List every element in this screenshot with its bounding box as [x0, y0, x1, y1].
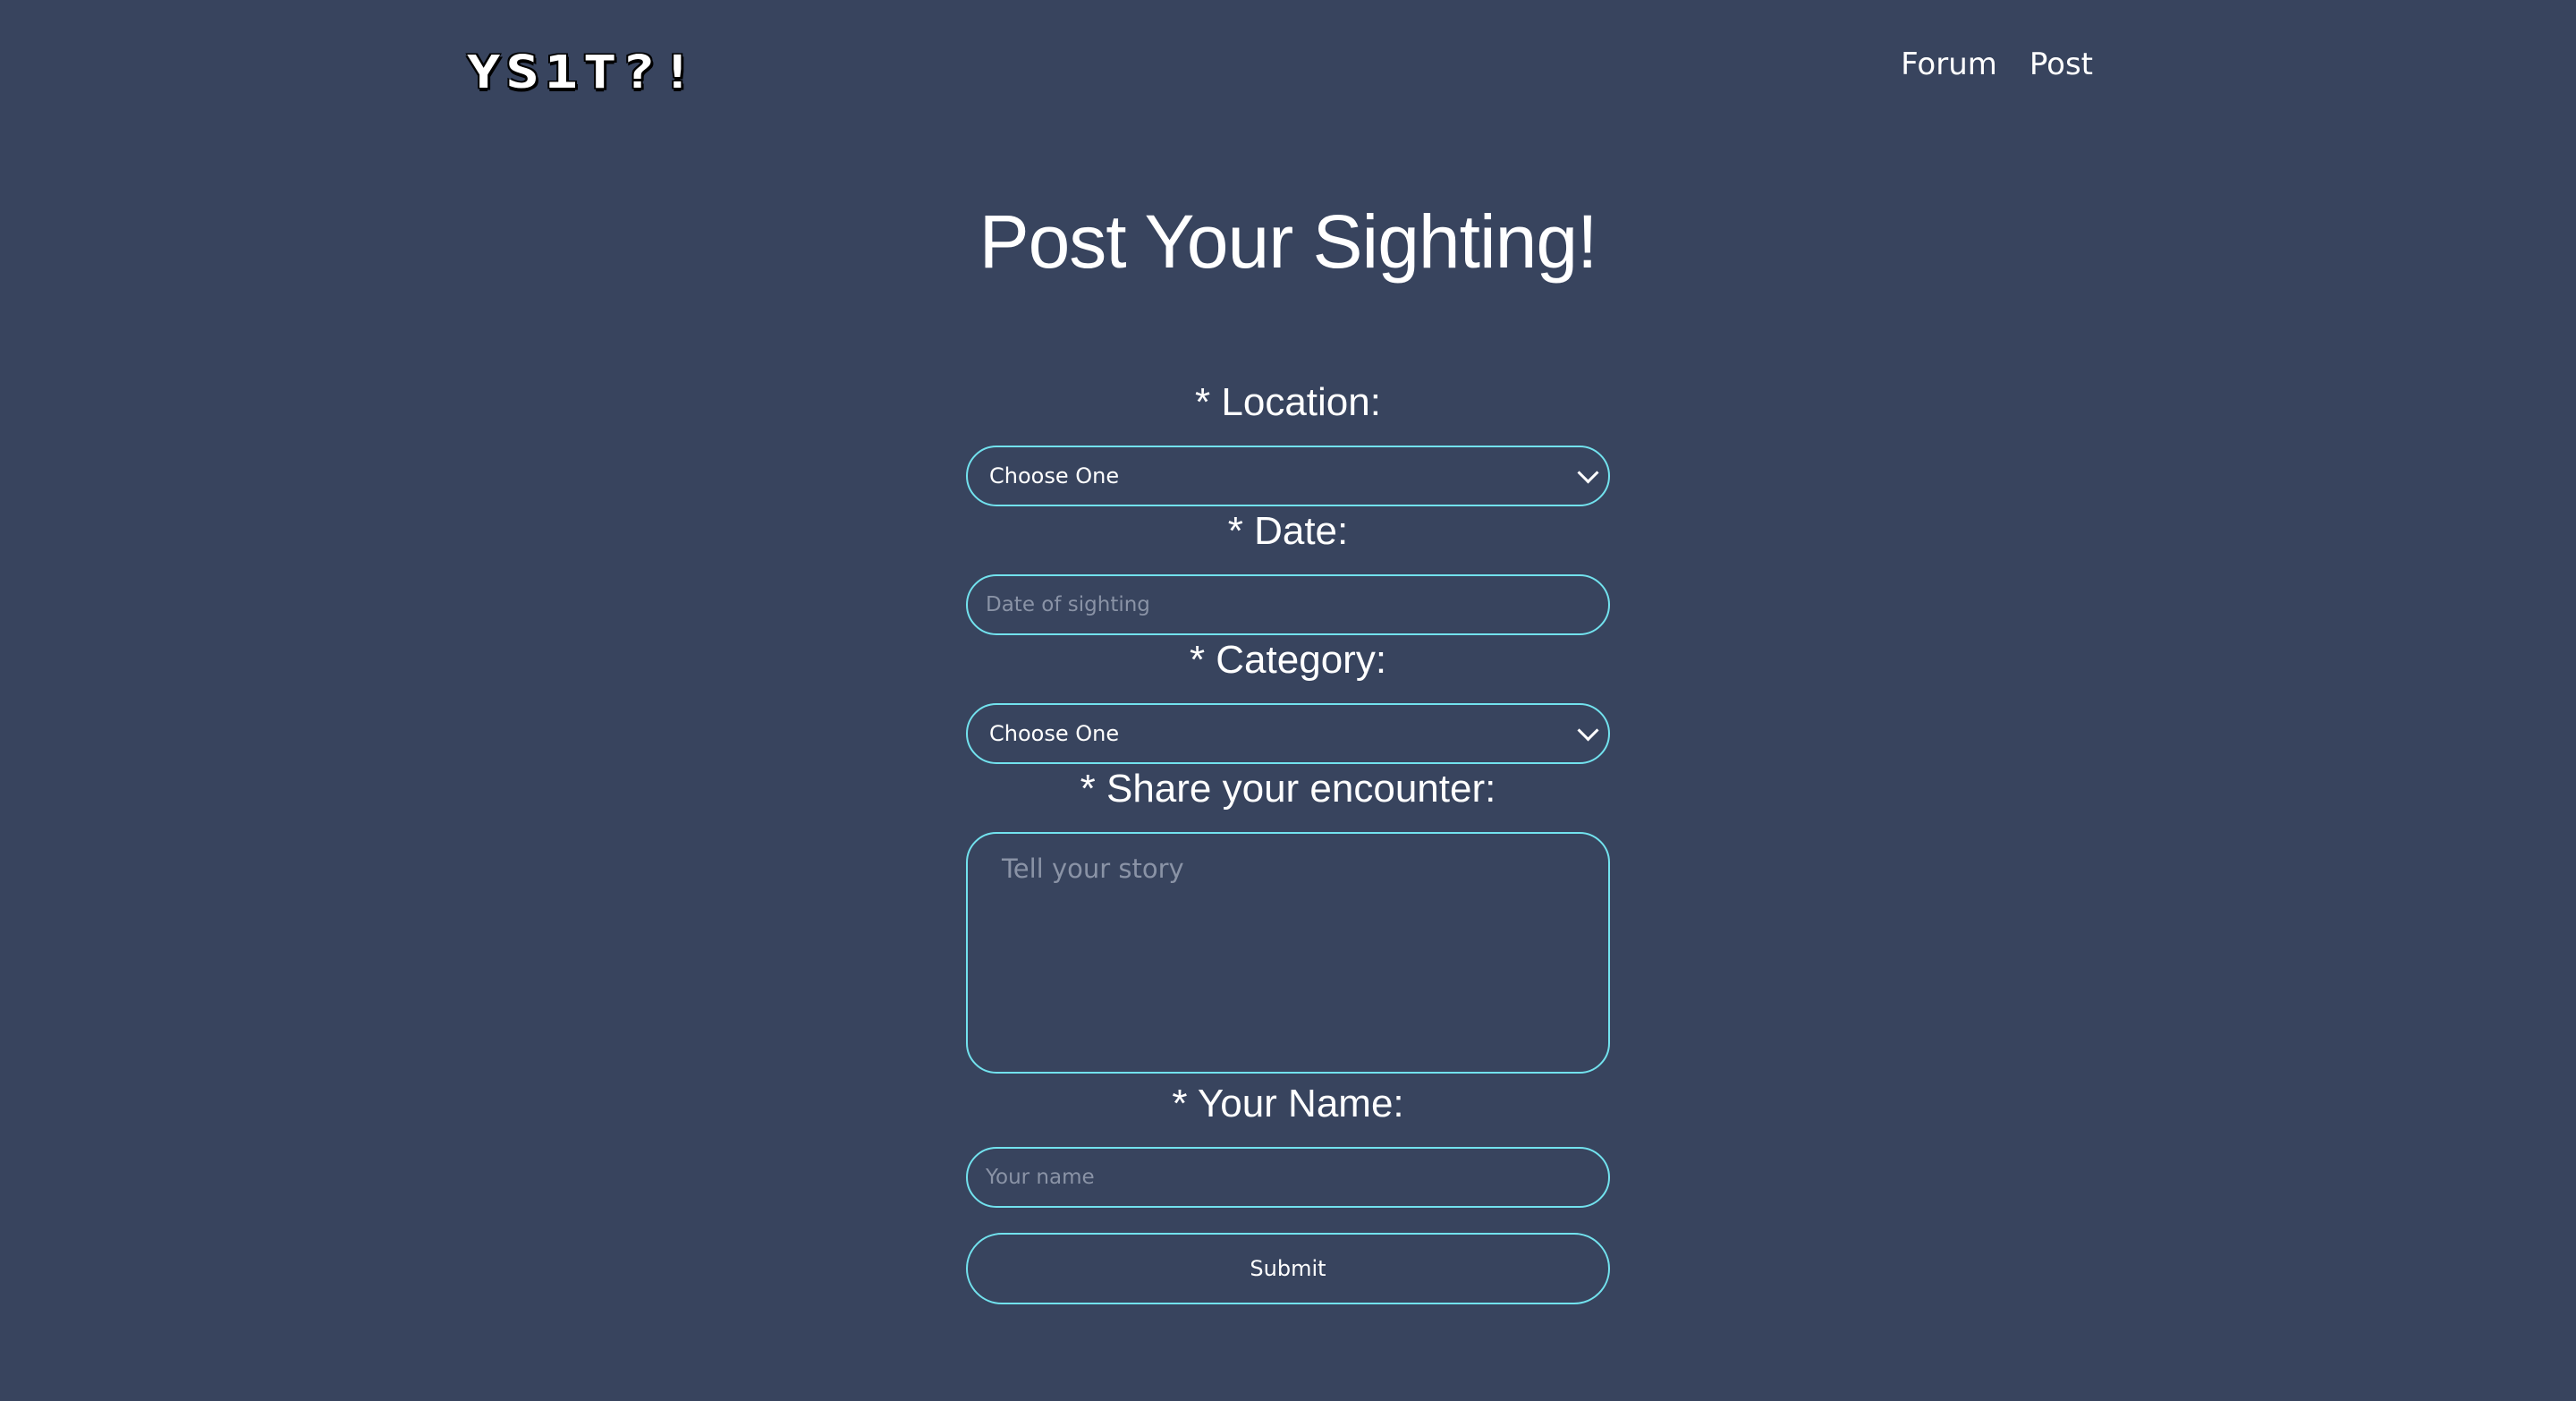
- submit-button-label: Submit: [1250, 1256, 1326, 1281]
- site-logo[interactable]: YS1T?!: [467, 42, 699, 101]
- date-input[interactable]: Date of sighting: [966, 574, 1610, 635]
- submit-button[interactable]: Submit: [966, 1233, 1610, 1304]
- date-input-placeholder: Date of sighting: [986, 593, 1150, 616]
- category-select[interactable]: Choose One: [966, 703, 1610, 764]
- name-input-placeholder: Your name: [986, 1166, 1095, 1189]
- nav-link-forum[interactable]: Forum: [1901, 47, 1997, 82]
- main-nav: Forum Post: [1901, 47, 2093, 82]
- location-select[interactable]: Choose One: [966, 446, 1610, 506]
- date-label: * Date:: [1227, 509, 1349, 553]
- name-label: * Your Name:: [1172, 1082, 1404, 1125]
- nav-link-post[interactable]: Post: [2029, 47, 2093, 82]
- encounter-label: * Share your encounter:: [1080, 767, 1496, 811]
- category-select-value: Choose One: [989, 721, 1120, 746]
- encounter-textarea-placeholder: Tell your story: [1002, 853, 1184, 884]
- name-input[interactable]: Your name: [966, 1147, 1610, 1208]
- location-select-value: Choose One: [989, 463, 1120, 488]
- category-label: * Category:: [1189, 638, 1387, 682]
- encounter-textarea[interactable]: Tell your story: [966, 832, 1610, 1074]
- chevron-down-icon: [1577, 461, 1599, 484]
- chevron-down-icon: [1577, 718, 1599, 742]
- location-label: * Location:: [1195, 380, 1381, 424]
- page-title: Post Your Sighting!: [979, 200, 1598, 284]
